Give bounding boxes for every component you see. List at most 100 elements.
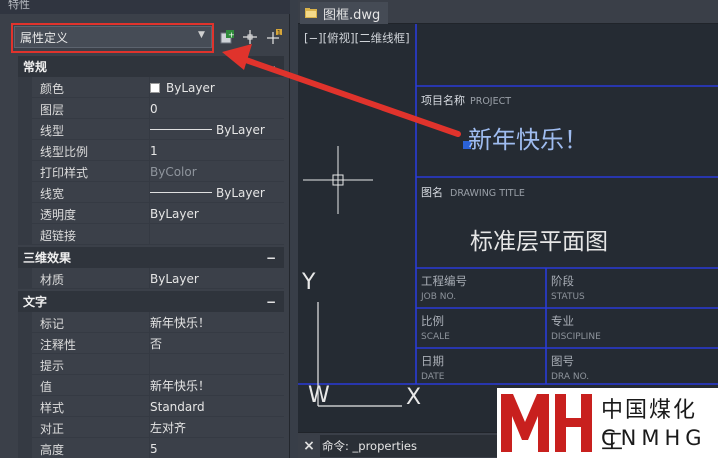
property-row[interactable]: 提示 [18, 354, 284, 375]
row-gutter [18, 417, 32, 438]
property-value[interactable]: ByLayer [149, 182, 284, 203]
property-value[interactable]: 左对齐 [149, 417, 284, 438]
property-row[interactable]: 线宽 ByLayer [18, 182, 284, 203]
cad-canvas[interactable]: 项目名称 PROJECT 新年快乐！ 图名 DRAWING TITLE 标准层平… [298, 24, 718, 432]
quick-select-icon[interactable]: + [219, 28, 237, 46]
property-row[interactable]: 值 新年快乐！ [18, 375, 284, 396]
property-row[interactable]: 高度 5 [18, 438, 284, 458]
document-tab[interactable]: 图框.dwg [300, 2, 389, 24]
command-line-input[interactable]: 命令: _properties [320, 435, 500, 457]
property-value[interactable]: 1 [149, 140, 284, 161]
property-value[interactable]: 5 [149, 438, 284, 458]
row-gutter [18, 333, 32, 354]
property-value-text: 新年快乐！ [150, 316, 211, 330]
section-title: 三维效果 [23, 251, 72, 265]
linetype-preview-icon [150, 129, 212, 130]
property-row[interactable]: 图层 0 [18, 98, 284, 119]
cell-label-cn: 阶段 [551, 274, 574, 288]
cell-label-en: JOB NO. [420, 292, 456, 302]
section-header[interactable]: 常规 − [18, 56, 284, 77]
property-value-text: ByLayer [150, 271, 199, 286]
property-value[interactable]: 新年快乐！ [149, 312, 284, 333]
property-name: 颜色 [40, 82, 65, 96]
select-objects-icon[interactable] [241, 28, 259, 46]
crosshair-cursor-icon [303, 146, 373, 214]
property-value[interactable]: ByLayer [149, 119, 284, 140]
property-value[interactable]: ByLayer [149, 77, 284, 98]
cell-label-cn: 专业 [551, 314, 574, 328]
property-row[interactable]: 材质 ByLayer [18, 268, 284, 289]
row-gutter [18, 354, 32, 375]
collapse-icon[interactable]: − [266, 251, 276, 265]
project-label-cn: 项目名称 [421, 93, 465, 107]
logo-text-en: CNMHG [601, 426, 707, 450]
property-value[interactable]: 否 [149, 333, 284, 354]
property-row[interactable]: 注释性 否 [18, 333, 284, 354]
cell-label-en: SCALE [421, 332, 450, 342]
close-icon[interactable]: × [300, 436, 318, 456]
property-name: 样式 [40, 401, 65, 415]
properties-palette: 特性 属性定义 ▼ + 1 常规 − 颜色 ByLayer 图层 0 线型 ByLayer 线型… [0, 0, 290, 458]
cell-label-en: DATE [421, 372, 445, 382]
property-value-text: ByColor [150, 164, 197, 179]
property-row[interactable]: 样式 Standard [18, 396, 284, 417]
property-name: 线型比例 [40, 145, 89, 159]
row-gutter [18, 396, 32, 417]
property-value[interactable]: 新年快乐！ [149, 375, 284, 396]
property-value-text: ByLayer [166, 80, 215, 95]
property-name: 对正 [40, 422, 65, 436]
property-row[interactable]: 颜色 ByLayer [18, 77, 284, 98]
ucs-w-label: W [308, 383, 330, 408]
ucs-x-label: X [406, 385, 421, 410]
property-value-text: 否 [150, 337, 163, 351]
section-header[interactable]: 文字 − [18, 291, 284, 312]
toggle-pickadd-icon[interactable]: 1 [265, 28, 283, 46]
property-name: 透明度 [40, 208, 77, 222]
project-value-text[interactable]: 新年快乐！ [468, 126, 588, 154]
drawing-title-value[interactable]: 标准层平面图 [470, 229, 608, 255]
property-row[interactable]: 超链接 [18, 224, 284, 245]
property-row[interactable]: 对正 左对齐 [18, 417, 284, 438]
property-value[interactable]: Standard [149, 396, 284, 417]
svg-text:+: + [228, 31, 235, 40]
collapse-icon[interactable]: − [266, 60, 276, 74]
row-gutter [18, 119, 32, 140]
property-value-text: 1 [150, 143, 158, 158]
property-row[interactable]: 线型比例 1 [18, 140, 284, 161]
property-name: 超链接 [40, 229, 77, 243]
company-logo: 中国煤化工 CNMHG [497, 388, 718, 458]
row-gutter [18, 312, 32, 333]
palette-header: 特性 [0, 0, 290, 14]
title-block-frame [298, 24, 718, 385]
property-value[interactable] [149, 354, 284, 375]
property-name: 材质 [40, 273, 65, 287]
property-value-text: ByLayer [150, 206, 199, 221]
property-row[interactable]: 标记 新年快乐！ [18, 312, 284, 333]
property-value[interactable]: ByLayer [149, 268, 284, 289]
property-value-text: 新年快乐！ [150, 379, 211, 393]
collapse-icon[interactable]: − [266, 295, 276, 309]
dropdown-highlight-box [11, 23, 214, 53]
color-swatch-icon [150, 82, 160, 93]
property-value[interactable] [149, 224, 284, 245]
property-row[interactable]: 线型 ByLayer [18, 119, 284, 140]
property-value[interactable]: 0 [149, 98, 284, 119]
row-gutter [18, 161, 32, 182]
row-gutter [18, 98, 32, 119]
property-row[interactable]: 打印样式 ByColor [18, 161, 284, 182]
property-value[interactable]: ByColor [149, 161, 284, 182]
row-gutter [18, 268, 32, 289]
property-name: 高度 [40, 443, 65, 457]
document-tab-title: 图框.dwg [323, 7, 381, 23]
cell-label-cn: 图号 [551, 354, 574, 368]
property-row[interactable]: 透明度 ByLayer [18, 203, 284, 224]
property-name: 提示 [40, 359, 65, 373]
property-name: 打印样式 [40, 166, 89, 180]
property-value-text: Standard [150, 399, 205, 414]
section-header[interactable]: 三维效果 − [18, 247, 284, 268]
cell-label-cn: 比例 [421, 314, 444, 328]
ucs-y-label: Y [301, 270, 316, 295]
cell-label-en: DRA NO. [551, 372, 589, 382]
palette-title: 特性 [8, 0, 30, 11]
property-value[interactable]: ByLayer [149, 203, 284, 224]
